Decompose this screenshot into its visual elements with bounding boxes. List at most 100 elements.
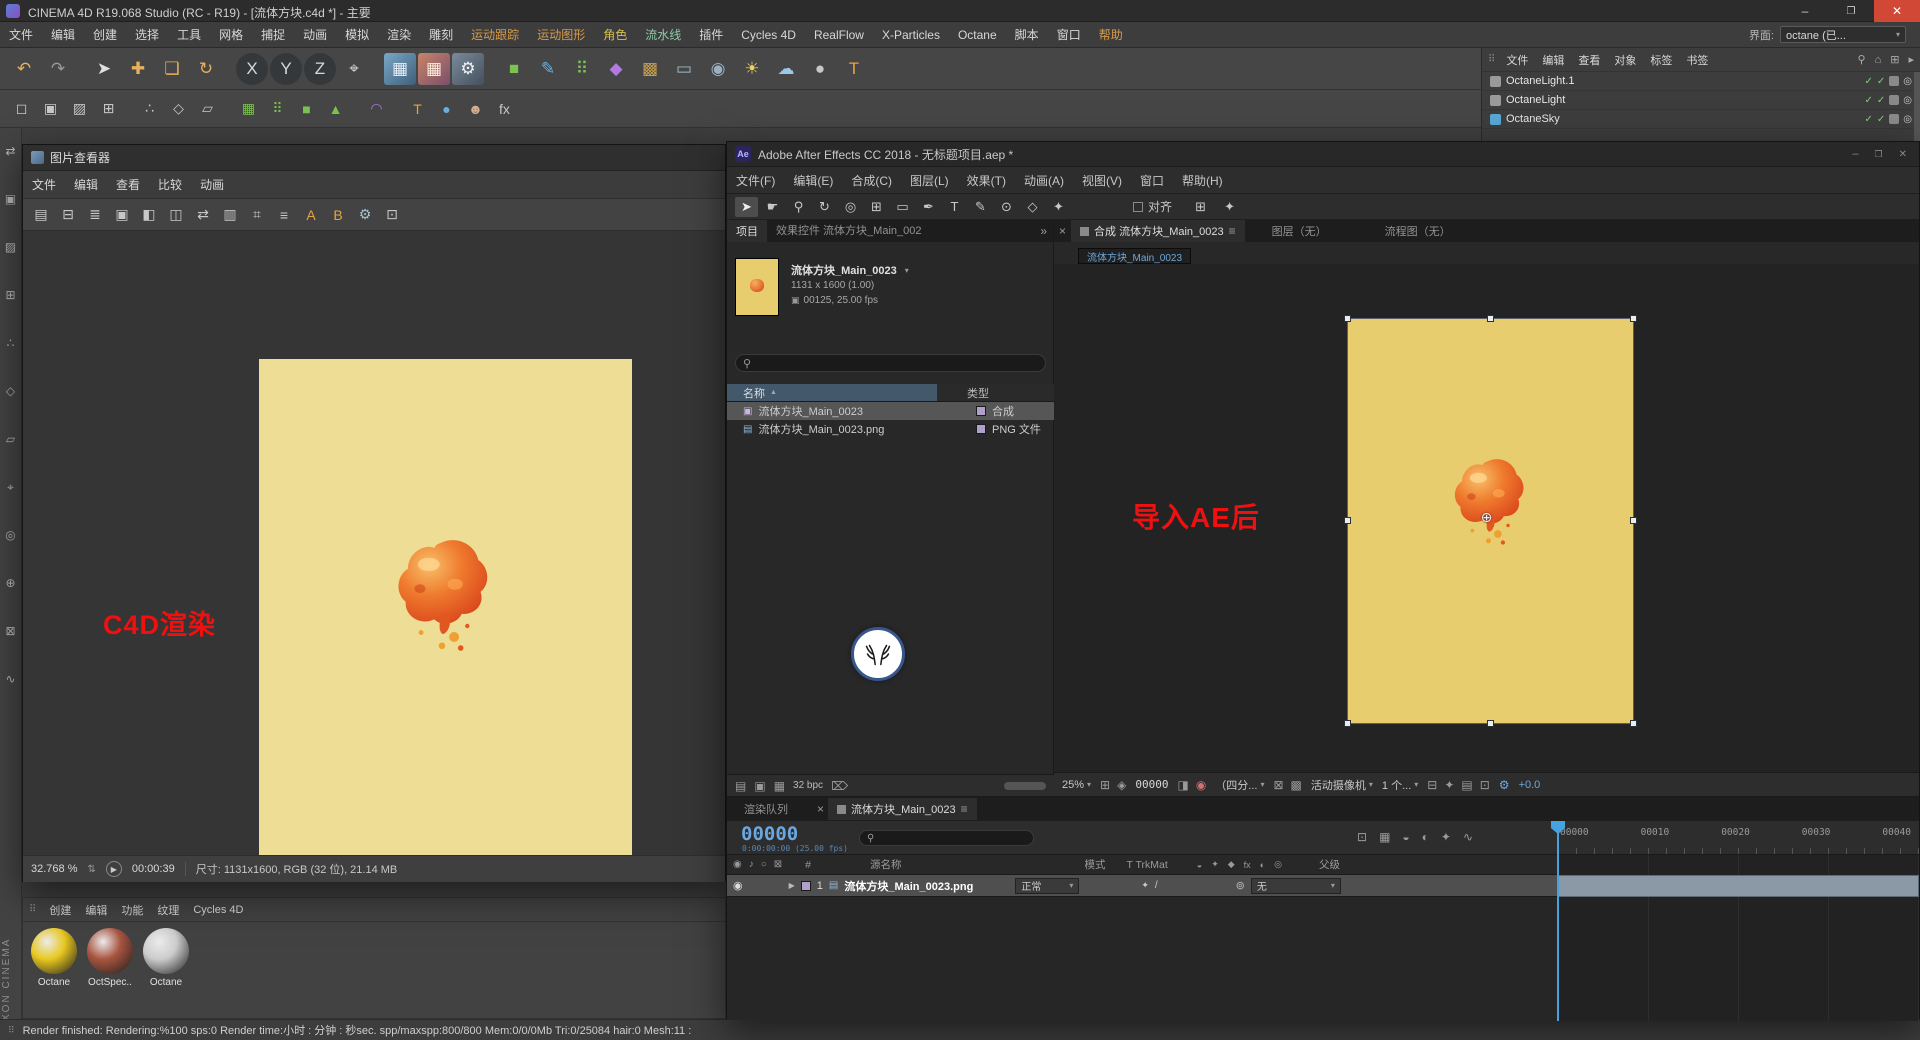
pv-menu-item[interactable]: 查看: [107, 171, 149, 198]
rotate-tool[interactable]: ↻: [190, 53, 222, 85]
brush-tool[interactable]: ✎: [969, 197, 992, 217]
interface-dropdown[interactable]: octane (已... ▾: [1780, 26, 1906, 43]
selection-handle[interactable]: [1344, 315, 1351, 322]
ae-menu-item[interactable]: 合成(C): [842, 167, 901, 193]
tab-render-queue[interactable]: 渲染队列: [735, 798, 797, 820]
spline-text-button[interactable]: T: [404, 95, 431, 122]
c4d-menu-item[interactable]: 运动图形: [528, 22, 594, 47]
layer-parent-dropdown[interactable]: 无 ▾: [1251, 878, 1341, 894]
c4d-menu-item[interactable]: 角色: [594, 22, 636, 47]
coordinate-system-button[interactable]: ⌖: [338, 53, 370, 85]
snap-toggle-button[interactable]: ⊕: [2, 574, 20, 592]
set-a-version-button[interactable]: A: [299, 203, 323, 227]
swap-compare-button[interactable]: ⇄: [191, 203, 215, 227]
undo-button[interactable]: ↶: [8, 53, 40, 85]
eraser-tool[interactable]: ◇: [1021, 197, 1044, 217]
volume-button[interactable]: ▩: [634, 53, 666, 85]
enable-check-icon[interactable]: ✓: [1877, 114, 1885, 125]
timeline-search-field[interactable]: ⚲: [859, 830, 1034, 846]
material-item[interactable]: OctSpec..: [87, 928, 133, 988]
mograph-cloner-button[interactable]: ⠿: [566, 53, 598, 85]
tab-composition[interactable]: 合成 流体方块_Main_0023 ≡: [1071, 220, 1245, 242]
navigator-button[interactable]: ⌗: [245, 203, 269, 227]
character-button[interactable]: ☻: [462, 95, 489, 122]
separator[interactable]: [76, 53, 86, 85]
selection-handle[interactable]: [1487, 315, 1494, 322]
pixel-aspect-button[interactable]: ⊟: [1427, 778, 1437, 792]
move-tool[interactable]: ✚: [122, 53, 154, 85]
ae-menu-item[interactable]: 文件(F): [727, 167, 784, 193]
c4d-menu-item[interactable]: RealFlow: [805, 22, 873, 47]
interpret-footage-button[interactable]: ▤: [735, 779, 746, 793]
c4d-menu-item[interactable]: 文件: [0, 22, 42, 47]
c4d-menu-item[interactable]: X-Particles: [873, 22, 949, 47]
edges-mode-side-button[interactable]: ◇: [2, 382, 20, 400]
twirl-icon[interactable]: ▶: [789, 881, 795, 890]
visibility-toggle-icon[interactable]: ◎: [1903, 76, 1912, 87]
c4d-menu-item[interactable]: 编辑: [42, 22, 84, 47]
tab-close-icon[interactable]: ×: [813, 802, 828, 816]
c4d-menu-item[interactable]: 渲染: [378, 22, 420, 47]
points-mode-button[interactable]: ∴: [136, 95, 163, 122]
exposure-gear-icon[interactable]: ⚙: [1499, 778, 1510, 792]
hand-tool[interactable]: ☛: [761, 197, 784, 217]
om-scrollbar[interactable]: [1914, 72, 1920, 141]
comp-flow-button[interactable]: ⊡: [1480, 778, 1490, 792]
layer-chip[interactable]: [1889, 95, 1899, 105]
floor-button[interactable]: ▭: [668, 53, 700, 85]
enable-check-icon[interactable]: ✓: [1877, 76, 1885, 87]
separator[interactable]: [223, 95, 233, 122]
ae-menu-item[interactable]: 视图(V): [1073, 167, 1131, 193]
panel-grip-icon[interactable]: ⠿: [1488, 54, 1495, 65]
tab-effect-controls[interactable]: 效果控件 流体方块_Main_002: [767, 220, 931, 242]
make-editable-button[interactable]: ◻: [8, 95, 35, 122]
exposure-value[interactable]: +0.0: [1519, 779, 1541, 791]
tab-layer-viewer[interactable]: 图层（无）: [1263, 220, 1336, 242]
c4d-menu-item[interactable]: 脚本: [1006, 22, 1048, 47]
material-menu-item[interactable]: 纹理: [150, 898, 186, 921]
panel-menu-icon[interactable]: ≡: [961, 802, 968, 816]
c4d-menu-item[interactable]: Octane: [949, 22, 1006, 47]
histogram-button[interactable]: ▥: [218, 203, 242, 227]
comp-current-time[interactable]: 00000: [1135, 778, 1168, 791]
filter-button[interactable]: ⚙: [353, 203, 377, 227]
polygons-mode-button[interactable]: ▱: [194, 95, 221, 122]
col-parent[interactable]: 父级: [1319, 857, 1340, 872]
separator[interactable]: [124, 95, 134, 122]
material-menu-item[interactable]: 功能: [114, 898, 150, 921]
footage-thumbnail[interactable]: [735, 258, 779, 316]
render-picture-viewer-button[interactable]: ▦: [418, 53, 450, 85]
layer-mode-dropdown[interactable]: 正常 ▾: [1015, 878, 1079, 894]
axis-mode-button[interactable]: ⌖: [2, 478, 20, 496]
object-item[interactable]: OctaneSky ✓ ✓ ◎: [1482, 110, 1920, 129]
tab-timeline-comp[interactable]: 流体方块_Main_0023 ≡: [828, 798, 977, 820]
texture-mode-button[interactable]: ▨: [66, 95, 93, 122]
add-cube-button[interactable]: ■: [498, 53, 530, 85]
separator[interactable]: [351, 95, 361, 122]
material-menu-item[interactable]: 创建: [42, 898, 78, 921]
separator[interactable]: [486, 53, 496, 85]
type-tool[interactable]: T: [943, 197, 966, 217]
new-folder-button[interactable]: ▣: [754, 779, 765, 793]
single-view-button[interactable]: ▣: [110, 203, 134, 227]
ae-menu-item[interactable]: 效果(T): [958, 167, 1015, 193]
frame-blend-button[interactable]: ◐: [1422, 830, 1429, 844]
selection-tool[interactable]: ➤: [735, 197, 758, 217]
show-channel-button[interactable]: ◉: [1196, 778, 1206, 792]
visibility-toggle-icon[interactable]: ◎: [1903, 95, 1912, 106]
close-button[interactable]: ✕: [1899, 149, 1907, 160]
ae-menu-item[interactable]: 帮助(H): [1173, 167, 1232, 193]
comp-navigator[interactable]: 流体方块_Main_0023: [1078, 248, 1191, 264]
edges-mode-button[interactable]: ◇: [165, 95, 192, 122]
motion-blur-button[interactable]: ✦: [1441, 830, 1451, 844]
convert-object-button[interactable]: ⇄: [2, 142, 20, 160]
om-grid-icon[interactable]: ⊞: [1890, 53, 1899, 66]
selection-handle[interactable]: [1630, 315, 1637, 322]
c4d-menu-item[interactable]: 工具: [168, 22, 210, 47]
material-menu-item[interactable]: Cycles 4D: [186, 898, 250, 921]
object-item[interactable]: OctaneLight.1 ✓ ✓ ◎: [1482, 72, 1920, 91]
comp-image[interactable]: ⊕: [1348, 319, 1633, 723]
tab-project[interactable]: 项目: [727, 220, 767, 242]
label-color-chip[interactable]: [976, 424, 986, 434]
sky-button[interactable]: ☁: [770, 53, 802, 85]
